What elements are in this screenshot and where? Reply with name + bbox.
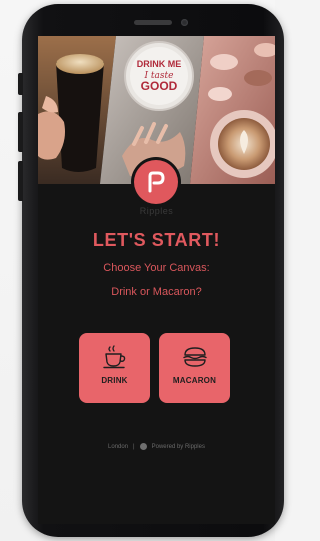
brand-logo [134,160,178,204]
coffee-cup-icon [102,345,125,369]
ripples-small-logo-icon [139,443,147,450]
phone-speaker [134,20,172,25]
phone-volume-up [18,112,23,152]
app-screen: DRINK ME I taste GOOD Ripples LET'S STAR… [38,36,275,524]
footer-powered-by[interactable]: Powered by Ripples [152,444,205,450]
footer-location: London [108,443,129,450]
drink-button-label: DRINK [101,376,128,385]
macaron-icon [182,347,207,367]
subtitle-line-1: Choose Your Canvas: [103,262,210,274]
subtitle-line-2: Drink or Macaron? [111,286,202,298]
footer-separator: | [133,443,135,450]
macaron-button-label: MACARON [172,376,217,385]
phone-volume-down [18,161,23,201]
hero-sign-line1: DRINK ME [137,59,182,69]
phone-side-button [18,73,23,95]
ripples-logo-icon [148,171,165,193]
background: DRINK ME I taste GOOD Ripples LET'S STAR… [0,0,284,541]
macaron-button[interactable]: MACARON [159,333,230,403]
hero-sign-line3: GOOD [141,79,178,93]
phone-camera [181,19,188,26]
brand-name: Ripples [139,206,174,216]
hero-latte-photo [190,36,275,184]
drink-button[interactable]: DRINK [79,333,150,403]
page-title: LET'S START! [92,230,221,250]
footer: London | Powered by Ripples [38,443,275,450]
